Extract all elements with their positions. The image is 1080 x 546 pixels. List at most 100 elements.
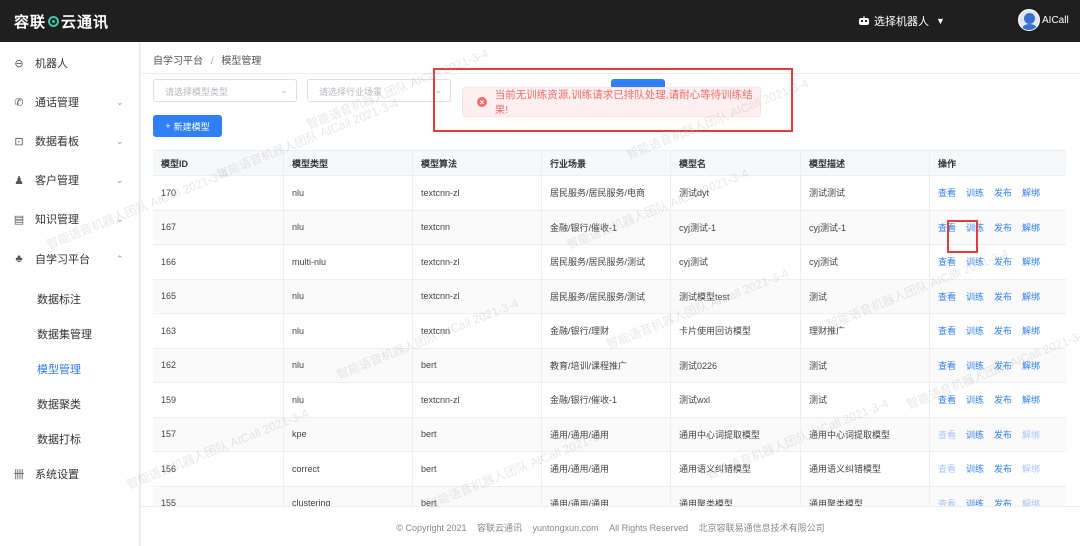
cell-model-id: 155	[161, 498, 177, 506]
logo-ring-icon	[48, 15, 60, 27]
unbind-link[interactable]: 解绑	[1022, 359, 1040, 372]
table-row: 165 nlu textcnn-zl 居民服务/居民服务/测试 测试模型test 测试 查看…	[153, 279, 1066, 314]
train-link[interactable]: 训练	[966, 290, 984, 303]
cell-model-type: nlu	[283, 383, 412, 417]
cell-actions: 查看 训练 发布 解绑	[929, 417, 1066, 451]
chevron-down-icon: ⌄	[116, 96, 124, 107]
unbind-link[interactable]: 解绑	[1022, 290, 1040, 303]
sidebar-item-label: 通话管理	[35, 97, 79, 109]
sidebar-item-call-management[interactable]: ✆ 通话管理 ⌄	[0, 87, 140, 117]
sidebar-item-settings[interactable]: 卌 系统设置	[0, 459, 140, 489]
view-link[interactable]: 查看	[938, 221, 956, 234]
cell-model-name: 通用聚类模型	[670, 486, 800, 506]
sidebar-subitem-data-tagging[interactable]: 数据打标	[37, 431, 81, 447]
train-link[interactable]: 训练	[966, 462, 984, 475]
publish-link[interactable]: 发布	[994, 324, 1012, 337]
train-link[interactable]: 训练	[966, 255, 984, 268]
publish-link[interactable]: 发布	[994, 221, 1012, 234]
sidebar-item-knowledge[interactable]: ▤ 知识管理 ⌄	[0, 204, 140, 234]
sidebar-subitem-data-clustering[interactable]: 数据聚类	[37, 396, 81, 412]
cell-model-algorithm: textcnn-zl	[412, 383, 541, 417]
sidebar-item-learning-platform[interactable]: ♣ 自学习平台 ⌃	[0, 244, 140, 274]
unbind-link[interactable]: 解绑	[1022, 186, 1040, 199]
breadcrumb-current: 模型管理	[221, 56, 262, 67]
train-link[interactable]: 训练	[966, 393, 984, 406]
logo-text-right: 云通讯	[61, 13, 110, 31]
plus-icon: +	[165, 121, 171, 131]
sidebar: ⊖ 机器人 ✆ 通话管理 ⌄ ⊡ 数据看板 ⌄ ♟ 客户管理 ⌄ ▤ 知识管理 …	[0, 42, 140, 546]
unbind-link[interactable]: 解绑	[1022, 428, 1040, 441]
sidebar-item-label: 系统设置	[35, 469, 79, 481]
publish-link[interactable]: 发布	[994, 497, 1012, 506]
train-link[interactable]: 训练	[966, 497, 984, 506]
cell-industry: 居民服务/居民服务/电商	[541, 176, 670, 210]
users-icon: ♟	[14, 174, 24, 187]
cell-model-name: 通用中心词提取模型	[670, 417, 800, 451]
train-link[interactable]: 训练	[966, 359, 984, 372]
publish-link[interactable]: 发布	[994, 359, 1012, 372]
cell-model-desc: 通用中心词提取模型	[800, 417, 929, 451]
sidebar-item-label: 机器人	[35, 58, 68, 70]
unbind-link[interactable]: 解绑	[1022, 221, 1040, 234]
sidebar-item-label: 客户管理	[35, 175, 79, 187]
view-link[interactable]: 查看	[938, 497, 956, 506]
footer-copyright: © Copyright 2021	[396, 523, 467, 533]
sidebar-subitem-model-management[interactable]: 模型管理	[37, 361, 81, 377]
model-type-select[interactable]: 请选择模型类型 ⌄	[153, 79, 297, 102]
view-link[interactable]: 查看	[938, 186, 956, 199]
unbind-link[interactable]: 解绑	[1022, 255, 1040, 268]
publish-link[interactable]: 发布	[994, 462, 1012, 475]
unbind-link[interactable]: 解绑	[1022, 324, 1040, 337]
sidebar-item-dashboard[interactable]: ⊡ 数据看板 ⌄	[0, 126, 140, 156]
footer: © Copyright 2021 容联云通讯 yuntongxun.com Al…	[141, 506, 1080, 546]
unbind-link[interactable]: 解绑	[1022, 497, 1040, 506]
cell-actions: 查看 训练 发布 解绑	[929, 245, 1066, 279]
train-link[interactable]: 训练	[966, 324, 984, 337]
unbind-link[interactable]: 解绑	[1022, 462, 1040, 475]
user-menu[interactable]: AICall	[1018, 9, 1069, 31]
view-link[interactable]: 查看	[938, 359, 956, 372]
sidebar-item-robot[interactable]: ⊖ 机器人	[0, 48, 140, 78]
sidebar-item-customers[interactable]: ♟ 客户管理 ⌄	[0, 165, 140, 195]
chevron-up-icon: ⌃	[116, 253, 124, 264]
cell-model-algorithm: bert	[412, 452, 541, 486]
robot-select-dropdown[interactable]: 选择机器人 ▼	[858, 13, 945, 29]
settings-icon: 卌	[13, 469, 25, 481]
cell-model-type: nlu	[283, 279, 412, 313]
view-link[interactable]: 查看	[938, 462, 956, 475]
breadcrumb-root[interactable]: 自学习平台	[153, 56, 203, 67]
train-link[interactable]: 训练	[966, 428, 984, 441]
header-industry: 行业场景	[541, 151, 670, 175]
footer-company: 北京容联易通信息技术有限公司	[698, 523, 825, 533]
view-link[interactable]: 查看	[938, 393, 956, 406]
cell-model-algorithm: textcnn-zl	[412, 176, 541, 210]
sidebar-subitem-data-labeling[interactable]: 数据标注	[37, 291, 81, 307]
cell-actions: 查看 训练 发布 解绑	[929, 176, 1066, 210]
error-icon: ×	[477, 97, 487, 107]
header-model-id: 模型ID	[161, 158, 189, 169]
industry-select[interactable]: 请选择行业场景 ⌄	[307, 79, 451, 102]
footer-brand: 容联云通讯	[477, 523, 523, 533]
view-link[interactable]: 查看	[938, 324, 956, 337]
view-link[interactable]: 查看	[938, 290, 956, 303]
new-model-button[interactable]: + 新建模型	[153, 115, 222, 137]
logo-text-left: 容联	[14, 13, 47, 31]
sidebar-subitem-dataset-management[interactable]: 数据集管理	[37, 326, 92, 342]
cell-industry: 通用/通用/通用	[541, 452, 670, 486]
table-row: 167 nlu textcnn 金融/银行/催收-1 cyj测试-1 cyj测试-1 查看训…	[153, 210, 1066, 245]
publish-link[interactable]: 发布	[994, 428, 1012, 441]
train-link[interactable]: 训练	[966, 221, 984, 234]
unbind-link[interactable]: 解绑	[1022, 393, 1040, 406]
breadcrumb: 自学习平台 / 模型管理	[153, 52, 261, 67]
view-link[interactable]: 查看	[938, 255, 956, 268]
view-link[interactable]: 查看	[938, 428, 956, 441]
publish-link[interactable]: 发布	[994, 290, 1012, 303]
cell-industry: 教育/培训/课程推广	[541, 348, 670, 382]
publish-link[interactable]: 发布	[994, 186, 1012, 199]
cell-model-name: cyj测试	[670, 245, 800, 279]
publish-link[interactable]: 发布	[994, 393, 1012, 406]
train-link[interactable]: 训练	[966, 186, 984, 199]
table-row: 156 correct bert 通用/通用/通用 通用语义纠错模型 通用语义纠错模型 查看…	[153, 452, 1066, 487]
cell-model-id: 167	[161, 222, 177, 233]
publish-link[interactable]: 发布	[994, 255, 1012, 268]
